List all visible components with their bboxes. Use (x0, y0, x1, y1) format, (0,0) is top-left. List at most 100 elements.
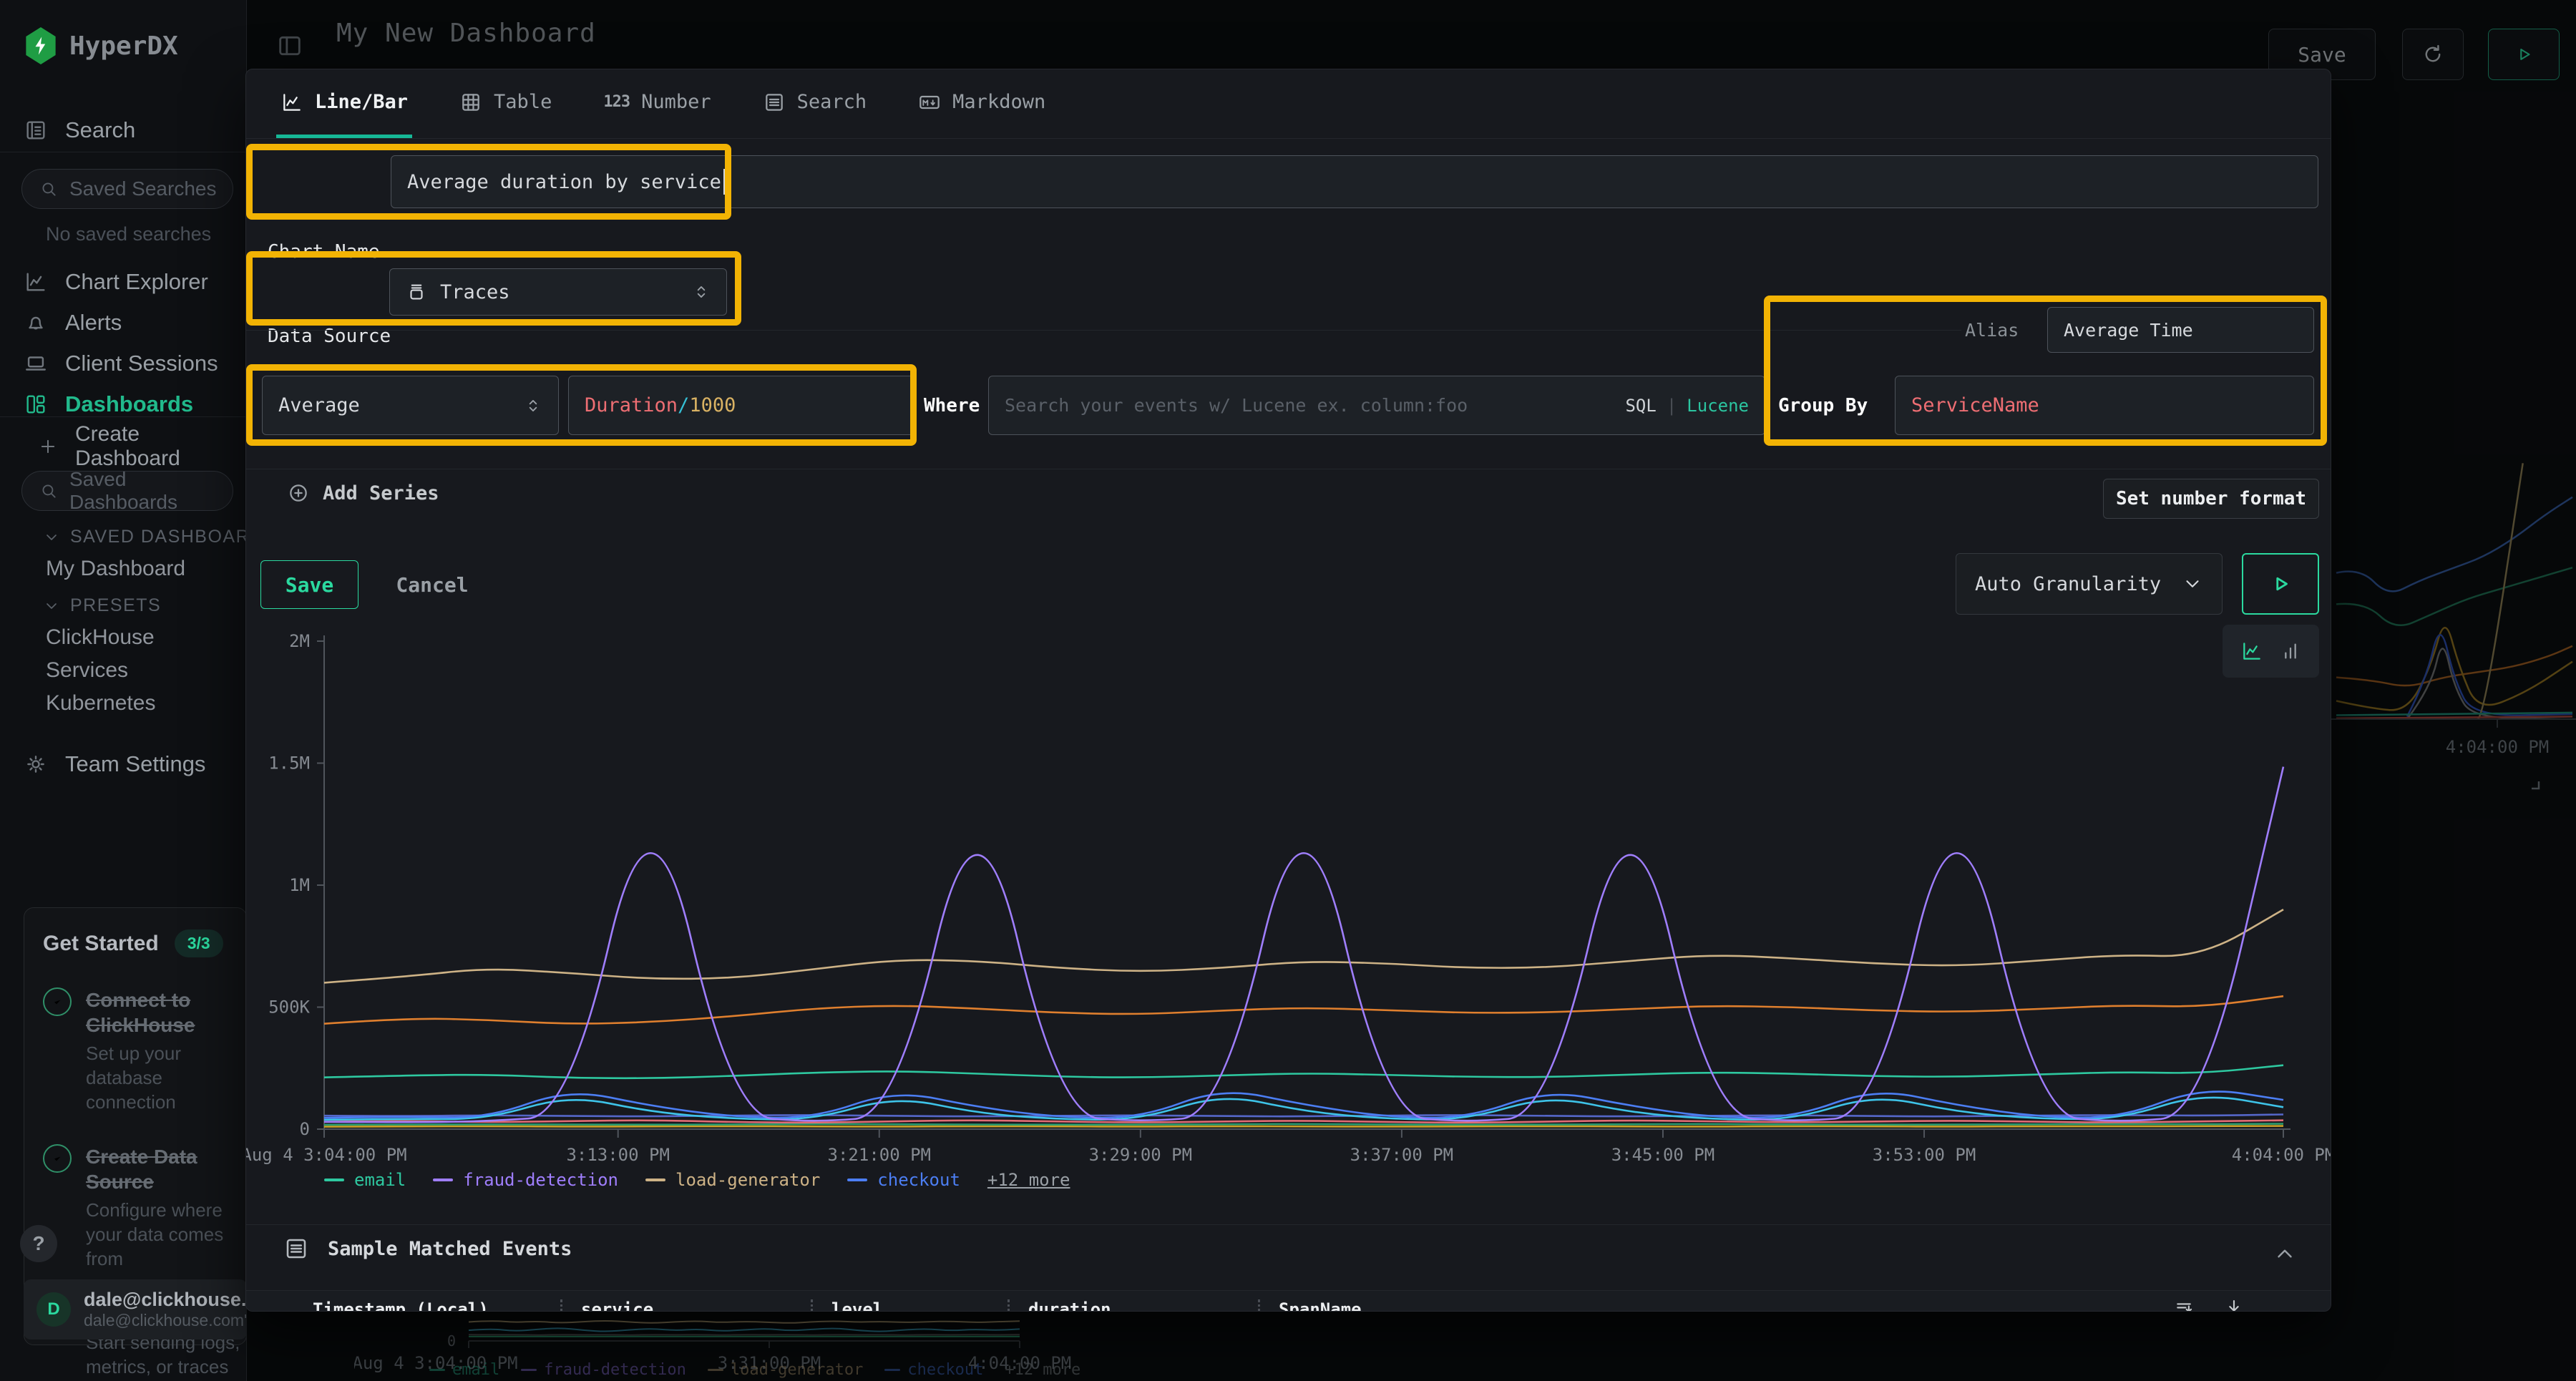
play-icon (2268, 572, 2293, 596)
edit-chart-modal: Line/BarTable123NumberSearchMarkdown Cha… (245, 69, 2331, 1312)
series-pink-unlabeled (324, 1121, 2283, 1123)
where-search-input[interactable]: Search your events w/ Lucene ex. column:… (988, 376, 1765, 435)
column-header-timestamp-local-[interactable]: Timestamp (Local) (313, 1299, 542, 1312)
saved-searches-input[interactable]: Saved Searches (21, 169, 233, 209)
chevron-down-icon (43, 529, 60, 546)
download-icon[interactable] (2223, 1297, 2245, 1312)
chartline-icon (280, 91, 303, 114)
user-workspace: dale@clickhouse.com's (84, 1311, 247, 1330)
series-email (324, 1065, 2283, 1078)
save-button[interactable]: Save (260, 560, 358, 609)
sql-toggle[interactable]: SQL (1625, 396, 1656, 416)
user-menu[interactable]: D dale@clickhouse.c dale@clickhouse.com'… (24, 1279, 247, 1339)
saved-dashboards-input[interactable]: Saved Dashboards (21, 471, 233, 511)
table-sort-icon[interactable] (2173, 1297, 2195, 1312)
sidebar-divider (0, 416, 247, 417)
series-load-generator (324, 909, 2283, 982)
tab-label: Table (494, 91, 552, 113)
tab-markdown[interactable]: Markdown (914, 69, 1050, 138)
sidebar-item-client-sessions[interactable]: Client Sessions (0, 346, 218, 381)
divider (246, 1224, 2331, 1225)
select-updown-icon (692, 283, 711, 301)
tab-search[interactable]: Search (758, 69, 872, 138)
table-icon (459, 91, 482, 114)
sidebar-item-label: Client Sessions (65, 351, 218, 376)
aggregation-select[interactable]: Average (262, 376, 559, 435)
brand-name: HyperDX (69, 31, 178, 61)
help-button[interactable]: ? (20, 1225, 57, 1262)
presets-header[interactable]: PRESETS (0, 595, 161, 616)
get-started-item: Connect to ClickHouseSet up your databas… (43, 987, 246, 1114)
sidebar-item-kubernetes[interactable]: Kubernetes (46, 691, 155, 716)
tab-number[interactable]: 123Number (599, 69, 715, 138)
y-axis-tick: 0 (300, 1119, 310, 1139)
data-source-label: Data Source (268, 326, 391, 347)
x-axis-tick: 3:29:00 PM (1089, 1145, 1193, 1164)
create-dashboard-button[interactable]: Create Dashboard (0, 429, 246, 464)
check-circle-icon (43, 1144, 72, 1173)
sidebar-item-services[interactable]: Services (46, 658, 128, 683)
divider (246, 330, 1961, 331)
y-axis-tick: 1M (289, 875, 310, 895)
cancel-button[interactable]: Cancel (382, 560, 482, 609)
sidebar-item-alerts[interactable]: Alerts (0, 306, 122, 340)
legend-label: checkout (877, 1170, 960, 1190)
add-series-button[interactable]: Add Series (287, 482, 439, 504)
chevron-down-icon (43, 597, 60, 615)
column-header-duration[interactable]: duration (1028, 1299, 1239, 1312)
set-number-format-button[interactable]: Set number format (2103, 479, 2319, 519)
get-started-item-title: Create Data Source (86, 1144, 246, 1194)
legend-item-fraud-detection[interactable]: fraud-detection (433, 1170, 618, 1190)
series-gold-unlabeled (324, 1126, 2283, 1127)
legend-item-email[interactable]: email (324, 1170, 406, 1190)
legend-item-checkout[interactable]: checkout (847, 1170, 960, 1190)
get-started-item-title: Connect to ClickHouse (86, 987, 246, 1038)
column-header-service[interactable]: service (581, 1299, 792, 1312)
select-updown-icon (524, 396, 542, 415)
granularity-select[interactable]: Auto Granularity (1956, 553, 2223, 615)
sidebar-item-label: Dashboards (65, 391, 193, 417)
group-by-input[interactable]: ServiceName (1895, 376, 2314, 435)
magnifier-icon (39, 482, 58, 500)
data-source-select[interactable]: Traces (389, 268, 727, 316)
sidebar-item-team-settings[interactable]: Team Settings (0, 747, 205, 781)
column-header-spanname[interactable]: SpanName (1279, 1299, 1565, 1312)
column-resize-handle[interactable] (560, 1299, 562, 1312)
field-expression-input[interactable]: Duration/1000 (568, 376, 914, 435)
get-started-progress-badge: 3/3 (175, 929, 223, 957)
tab-line-bar[interactable]: Line/Bar (276, 69, 412, 138)
duration-by-service-chart: 0500K1M1.5M2MAug 4 3:04:00 PM3:13:00 PM3… (246, 613, 2331, 1164)
lucene-toggle[interactable]: Lucene (1687, 396, 1749, 416)
run-query-button[interactable] (2242, 553, 2319, 615)
column-header-level[interactable]: level (831, 1299, 989, 1312)
y-axis-tick: 2M (289, 631, 310, 651)
column-resize-handle[interactable] (811, 1299, 813, 1312)
collapse-section-icon[interactable] (2273, 1241, 2297, 1266)
sidebar-item-label: Search (65, 117, 135, 143)
saved-searches-placeholder: Saved Searches (69, 177, 216, 200)
sidebar-item-search[interactable]: Search (0, 113, 135, 147)
field-token: / (678, 394, 689, 416)
sidebar-item-chart-explorer[interactable]: Chart Explorer (0, 265, 208, 299)
sidebar-item-clickhouse[interactable]: ClickHouse (46, 625, 155, 650)
column-resize-handle[interactable] (1258, 1299, 1260, 1312)
number-icon: 123 (603, 93, 630, 111)
database-icon (406, 281, 427, 303)
sidebar-item-my-dashboard[interactable]: My Dashboard (46, 557, 185, 581)
legend-more-link[interactable]: +12 more (987, 1170, 1070, 1190)
tab-label: Markdown (952, 91, 1045, 113)
get-started-title: Get Started (43, 932, 159, 956)
x-axis-tick: 3:53:00 PM (1873, 1145, 1976, 1164)
x-axis-tick: 3:37:00 PM (1350, 1145, 1454, 1164)
alias-input[interactable]: Average Time (2047, 307, 2314, 353)
chart-name-input[interactable]: Average duration by service (391, 155, 2318, 208)
sample-events-title: Sample Matched Events (328, 1238, 572, 1260)
legend-item-load-generator[interactable]: load-generator (645, 1170, 820, 1190)
saved-dashboards-header[interactable]: SAVED DASHBOARDS (0, 527, 247, 547)
series-fraud-detection (324, 767, 2283, 1123)
tab-table[interactable]: Table (455, 69, 556, 138)
events-table-header: Timestamp (Local) service level duration Spa… (246, 1290, 2331, 1312)
legend-label: email (354, 1170, 406, 1190)
column-resize-handle[interactable] (1008, 1299, 1010, 1312)
sidebar: HyperDX Search Saved Searches No saved s… (0, 0, 247, 1381)
